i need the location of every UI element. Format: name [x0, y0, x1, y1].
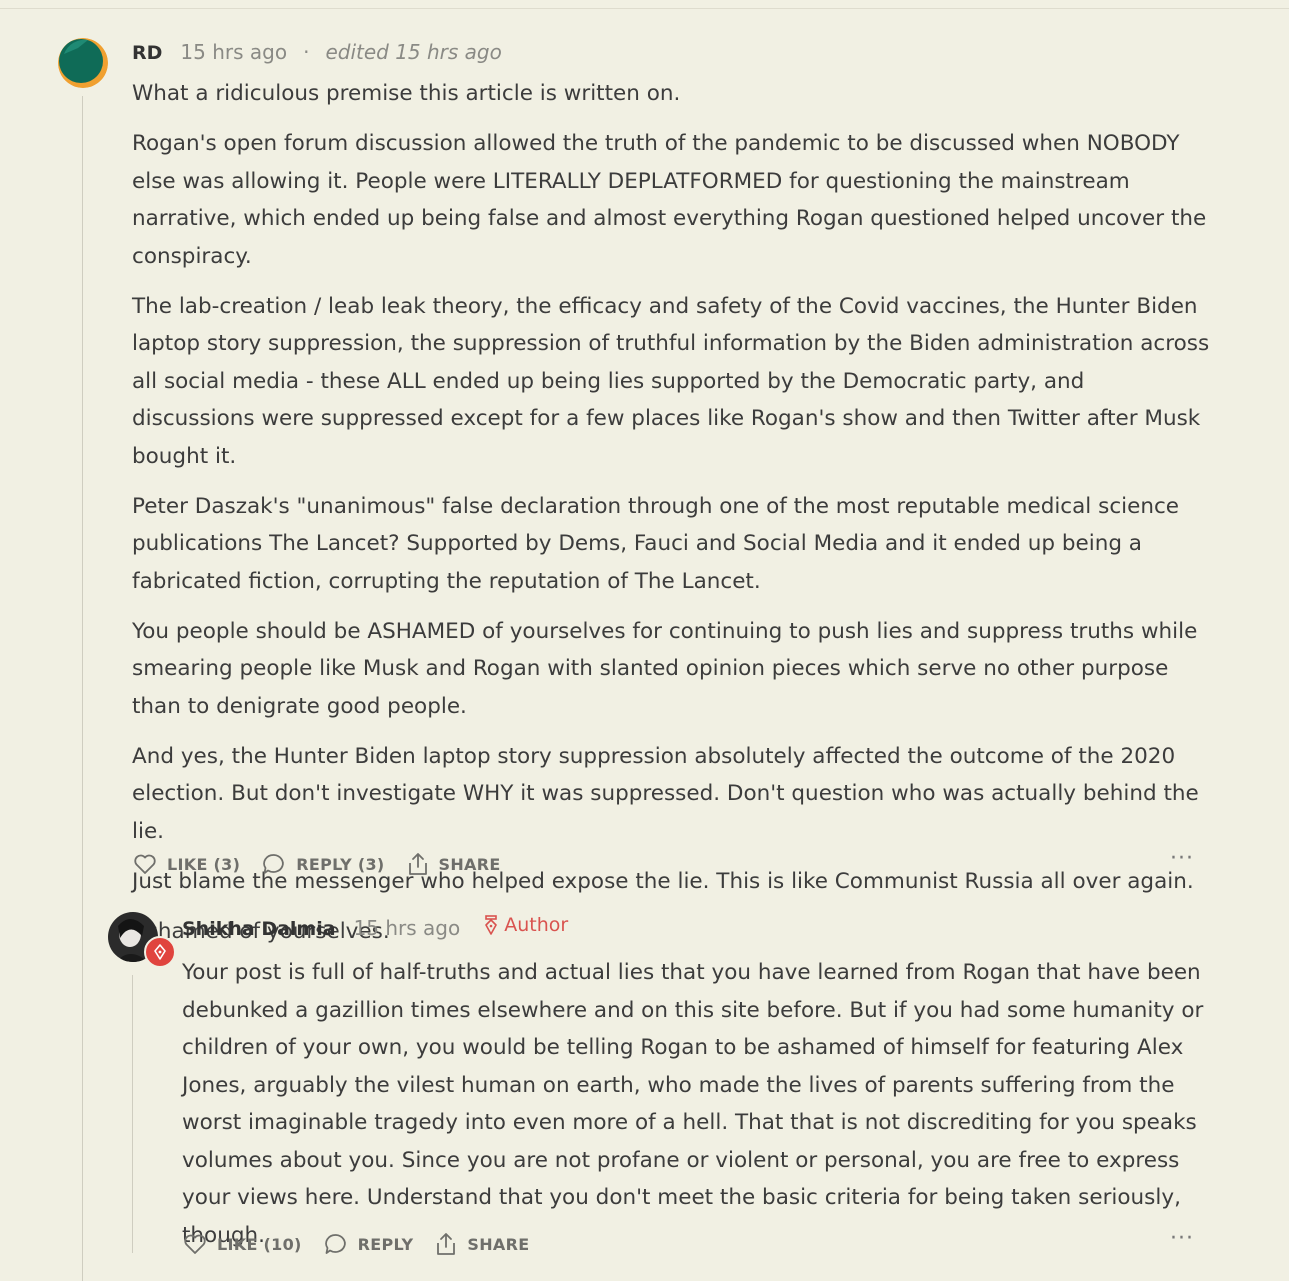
comment-paragraph: What a ridiculous premise this article i… — [132, 81, 681, 106]
comment-paragraph: The lab-creation / leab leak theory, the… — [132, 293, 1210, 469]
thread-line — [132, 975, 133, 1253]
pen-nib-icon — [485, 915, 498, 935]
like-label: LIKE (3) — [167, 854, 241, 874]
author-name[interactable]: RD — [132, 42, 162, 64]
share-label: SHARE — [438, 854, 501, 874]
reply-button[interactable]: REPLY — [324, 1233, 414, 1255]
comment-paragraph: Peter Daszak's "unanimous" false declara… — [132, 493, 1180, 594]
reply-label: REPLY — [357, 1234, 414, 1254]
avatar-rd[interactable] — [58, 38, 108, 88]
more-options-icon[interactable]: ··· — [1170, 846, 1194, 871]
author-name[interactable]: Shikha Dalmia — [182, 918, 336, 940]
comment-actions: LIKE (3) REPLY (3) SHARE — [133, 852, 523, 876]
thread-line — [82, 96, 83, 1281]
avatar-rd-image — [58, 38, 108, 88]
comment-meta: Shikha Dalmia 15 hrs ago Author — [182, 914, 568, 940]
timestamp[interactable]: 15 hrs ago — [354, 916, 461, 940]
edited-label: edited 15 hrs ago — [325, 40, 502, 64]
author-badge-label: Author — [504, 914, 569, 936]
share-button[interactable]: SHARE — [407, 852, 501, 876]
author-badge-icon — [144, 936, 176, 968]
pen-nib-icon — [154, 944, 166, 960]
comment-meta: RD 15 hrs ago · edited 15 hrs ago — [132, 40, 502, 64]
more-options-icon[interactable]: ··· — [1170, 1226, 1194, 1251]
like-button[interactable]: LIKE (10) — [183, 1233, 302, 1255]
comment-paragraph: Rogan's open forum discussion allowed th… — [132, 131, 1207, 269]
heart-icon — [184, 1234, 206, 1254]
comment-bubble-icon — [263, 854, 284, 874]
comment-paragraph: Your post is full of half-truths and act… — [182, 960, 1204, 1248]
avatar-shikha-dalmia[interactable] — [108, 912, 176, 968]
timestamp[interactable]: 15 hrs ago — [180, 40, 287, 64]
comment-actions: LIKE (10) REPLY SHARE — [183, 1232, 551, 1256]
share-icon — [437, 1233, 456, 1255]
comment-body: Your post is full of half-truths and act… — [182, 954, 1212, 1267]
comment-paragraph: And yes, the Hunter Biden laptop story s… — [132, 743, 1199, 844]
meta-separator: · — [303, 40, 310, 64]
share-button[interactable]: SHARE — [435, 1232, 529, 1256]
comment-bubble-icon — [324, 1234, 346, 1254]
share-icon — [408, 853, 427, 875]
reply-label: REPLY (3) — [296, 854, 385, 874]
like-label: LIKE (10) — [217, 1234, 302, 1254]
top-divider — [0, 8, 1289, 9]
comment-body: What a ridiculous premise this article i… — [132, 75, 1212, 963]
share-label: SHARE — [467, 1234, 530, 1254]
author-badge: Author — [484, 914, 568, 936]
comment-paragraph: You people should be ASHAMED of yourselv… — [132, 618, 1198, 719]
heart-icon — [134, 854, 156, 874]
reply-button[interactable]: REPLY (3) — [262, 853, 384, 875]
like-button[interactable]: LIKE (3) — [133, 853, 240, 875]
